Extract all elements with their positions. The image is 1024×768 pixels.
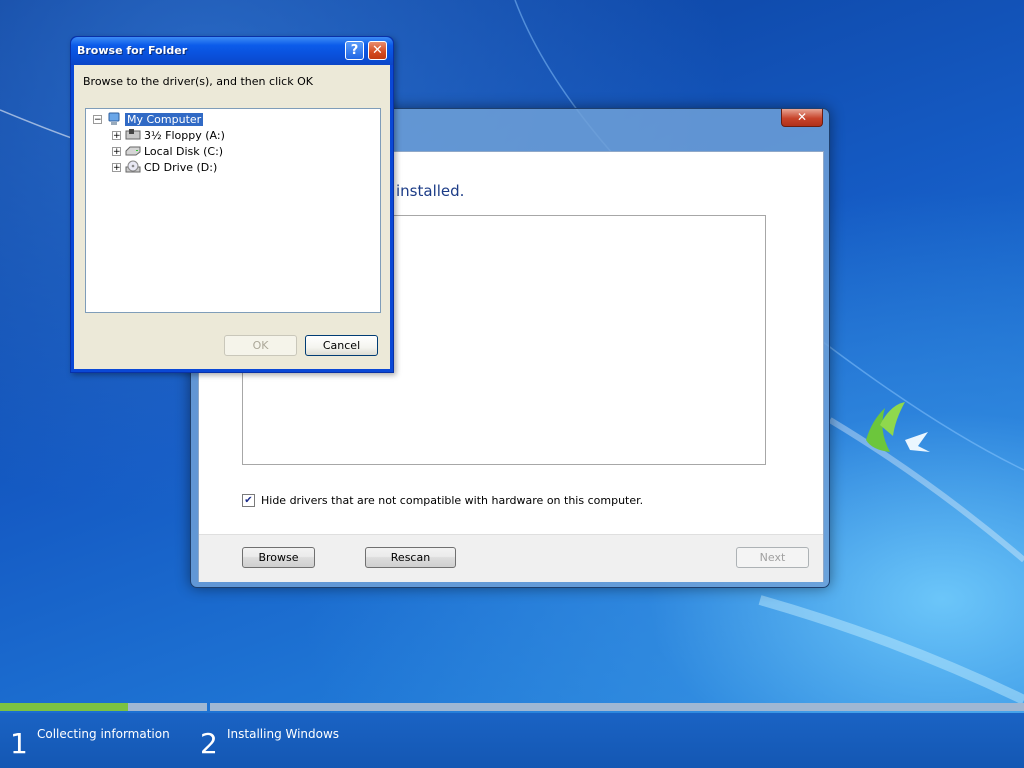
tree-item-my-computer[interactable]: − My Computer (93, 111, 204, 127)
tree-item-label: My Computer (125, 112, 204, 126)
driver-dialog-footer: Browse Rescan Next (199, 534, 823, 582)
folder-tree[interactable]: − My Computer + 3½ Floppy (A:) + Local D… (85, 108, 381, 313)
step-1-number: 1 (10, 727, 28, 760)
step-2-number: 2 (200, 727, 218, 760)
main-close-button[interactable]: ✕ (781, 109, 823, 127)
computer-icon (106, 112, 122, 126)
collapse-icon[interactable]: − (93, 114, 102, 124)
tree-item-label: Local Disk (C:) (144, 144, 224, 158)
tree-item-label: CD Drive (D:) (144, 160, 218, 174)
hide-incompatible-row[interactable]: ✔ Hide drivers that are not compatible w… (242, 492, 643, 508)
step-2-label: Installing Windows (227, 727, 340, 741)
ok-button[interactable]: OK (224, 335, 297, 356)
cd-drive-icon (125, 160, 141, 174)
cancel-button[interactable]: Cancel (305, 335, 378, 356)
tree-item-cd-drive[interactable]: + CD Drive (D:) (112, 159, 217, 175)
hard-disk-icon (125, 144, 141, 158)
browse-for-folder-dialog: Browse for Folder ? ✕ Browse to the driv… (70, 36, 394, 373)
setup-steps-band: 1 Collecting information 2 Installing Wi… (0, 713, 1024, 768)
browse-title: Browse for Folder (77, 44, 188, 57)
step-1-label: Collecting information (37, 727, 170, 741)
tree-item-floppy[interactable]: + 3½ Floppy (A:) (112, 127, 225, 143)
expand-icon[interactable]: + (112, 130, 121, 140)
floppy-drive-icon (125, 128, 141, 142)
browse-client-area: Browse to the driver(s), and then click … (74, 65, 390, 369)
driver-dialog-heading: installed. (396, 182, 465, 200)
step-2-progress-track (210, 703, 1024, 711)
browse-button[interactable]: Browse (242, 547, 315, 568)
next-button[interactable]: Next (736, 547, 809, 568)
help-button[interactable]: ? (345, 41, 364, 60)
browse-instruction: Browse to the driver(s), and then click … (83, 75, 313, 88)
close-button[interactable]: ✕ (368, 41, 387, 60)
expand-icon[interactable]: + (112, 162, 121, 172)
step-1-progress-track (0, 703, 207, 711)
setup-progress-bar: 1 Collecting information 2 Installing Wi… (0, 700, 1024, 768)
step-1-progress-fill (0, 703, 128, 711)
browse-titlebar[interactable]: Browse for Folder ? ✕ (71, 37, 393, 65)
tree-item-label: 3½ Floppy (A:) (144, 128, 225, 142)
tree-item-local-disk[interactable]: + Local Disk (C:) (112, 143, 223, 159)
expand-icon[interactable]: + (112, 146, 121, 156)
bird-logo-icon (866, 402, 930, 452)
rescan-button[interactable]: Rescan (365, 547, 456, 568)
hide-incompatible-label: Hide drivers that are not compatible wit… (261, 493, 644, 507)
hide-incompatible-checkbox[interactable]: ✔ (242, 493, 255, 507)
